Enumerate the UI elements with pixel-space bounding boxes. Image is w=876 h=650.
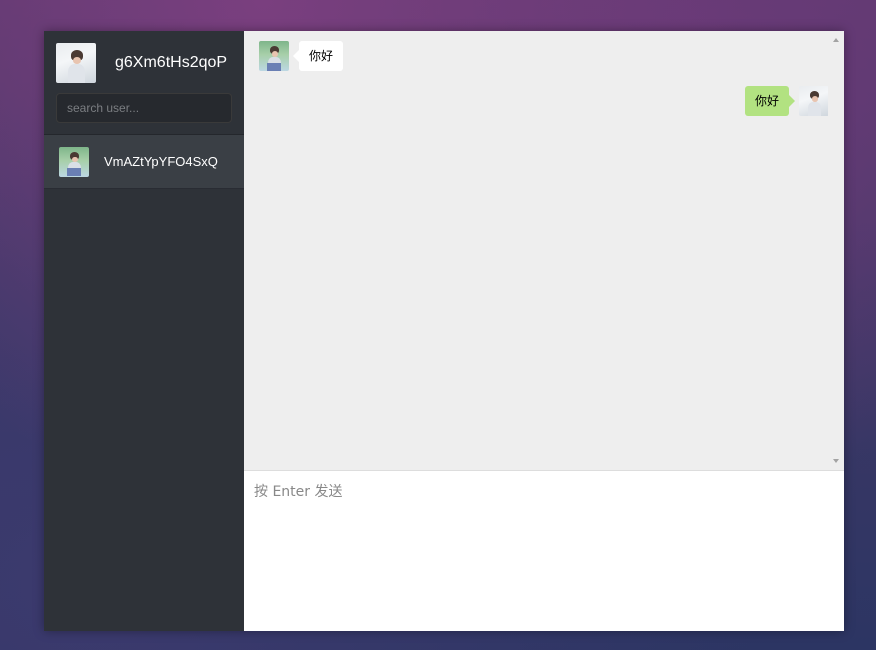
message-scrollbar[interactable] (828, 31, 844, 470)
compose-area (244, 471, 844, 631)
contact-avatar-icon (259, 41, 289, 71)
contact-avatar-icon (59, 146, 89, 177)
message-item-self: 你好 (259, 86, 829, 116)
user-avatar-icon (799, 86, 829, 116)
message-list[interactable]: 你好 你好 (244, 31, 844, 471)
chat-panel: 你好 你好 (244, 31, 844, 631)
message-bubble-self: 你好 (744, 86, 796, 116)
scroll-up-icon[interactable] (833, 38, 839, 42)
user-avatar-icon[interactable] (56, 43, 96, 83)
message-item: 你好 (259, 41, 829, 71)
scroll-down-icon[interactable] (833, 459, 839, 463)
current-user: g6Xm6tHs2qoP (56, 43, 232, 83)
session-item[interactable]: VmAZtYpYFO4SxQ (44, 135, 244, 189)
session-list: VmAZtYpYFO4SxQ (44, 135, 244, 189)
current-user-name: g6Xm6tHs2qoP (115, 54, 228, 71)
message-bubble: 你好 (292, 41, 344, 71)
search-input[interactable] (56, 93, 232, 123)
message-input[interactable] (244, 471, 844, 631)
chat-app-window: g6Xm6tHs2qoP VmAZtYpYFO4SxQ 你好 (44, 31, 844, 631)
sidebar: g6Xm6tHs2qoP VmAZtYpYFO4SxQ (44, 31, 244, 631)
user-card: g6Xm6tHs2qoP (44, 31, 244, 135)
session-name: VmAZtYpYFO4SxQ (104, 154, 218, 169)
